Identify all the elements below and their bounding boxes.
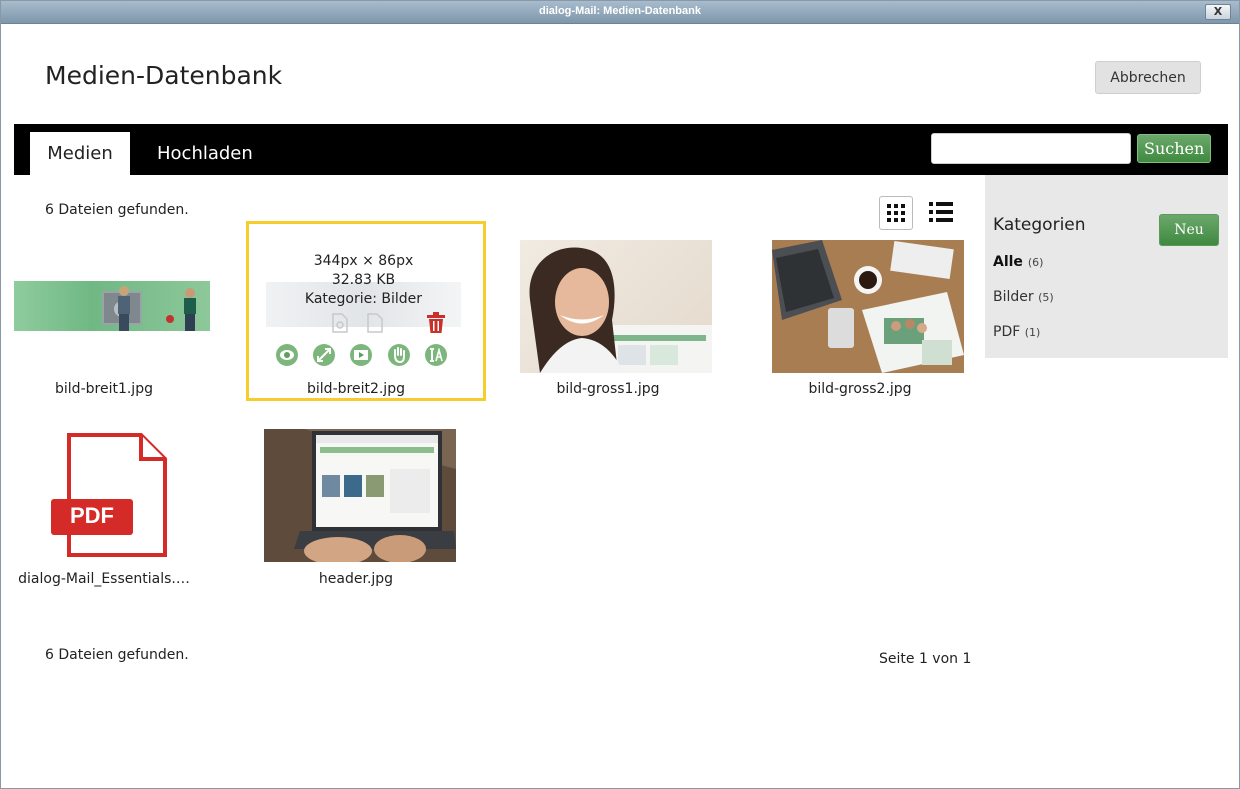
file-icon[interactable]: [367, 313, 383, 333]
categories-heading: Kategorien: [993, 215, 1086, 235]
grid-view-icon: [887, 204, 905, 222]
expand-icon[interactable]: [313, 344, 335, 366]
result-count-bottom: 6 Dateien gefunden.: [45, 647, 189, 663]
selected-media-frame[interactable]: [246, 221, 486, 401]
desk-photo: [772, 240, 964, 373]
category-count: (6): [1027, 256, 1044, 269]
page-title: Medien-Datenbank: [45, 61, 283, 90]
media-thumbnail[interactable]: [264, 429, 456, 562]
result-count-top: 6 Dateien gefunden.: [45, 202, 189, 218]
media-filename: dialog-Mail_Essentials.…: [18, 571, 190, 587]
text-style-icon[interactable]: [425, 344, 447, 366]
category-count: (1): [1024, 326, 1041, 339]
list-view-icon: [929, 202, 953, 222]
media-thumbnail[interactable]: [772, 240, 964, 373]
window-title: dialog-Mail: Medien-Datenbank: [539, 5, 701, 17]
media-filename: bild-gross1.jpg: [556, 381, 660, 397]
category-label: Bilder: [993, 289, 1034, 305]
laptop-photo: [264, 429, 456, 562]
grid-view-button[interactable]: [879, 196, 913, 230]
media-filesize: 32.83 KB: [331, 272, 396, 288]
category-sidebar: Kategorien Neu Alle (6) Bilder (5) PDF (…: [985, 175, 1228, 358]
category-count: (5): [1038, 291, 1054, 304]
replace-file-icon[interactable]: [331, 313, 349, 333]
pagination-label: Seite 1 von 1: [879, 651, 972, 667]
cancel-button[interactable]: Abbrechen: [1095, 61, 1201, 94]
delete-icon[interactable]: [426, 312, 446, 334]
category-item-all[interactable]: Alle (6): [993, 254, 1043, 270]
media-thumbnail[interactable]: [520, 240, 712, 373]
new-category-button[interactable]: Neu: [1159, 214, 1219, 246]
media-database-window: dialog-Mail: Medien-Datenbank X Medien-D…: [0, 0, 1240, 789]
media-filename: bild-breit2.jpg: [307, 381, 405, 397]
tab-upload[interactable]: Hochladen: [157, 132, 253, 175]
media-dimensions: 344px × 86px: [313, 253, 414, 269]
video-icon[interactable]: [350, 344, 372, 366]
category-item-images[interactable]: Bilder (5): [993, 289, 1054, 305]
media-filename: bild-breit1.jpg: [55, 381, 153, 397]
preview-eye-icon[interactable]: [276, 344, 298, 366]
media-category: Kategorie: Bilder: [304, 291, 423, 307]
media-thumbnail[interactable]: [14, 281, 210, 331]
category-label: Alle: [993, 254, 1023, 270]
category-label: PDF: [993, 324, 1021, 340]
media-filename: bild-gross2.jpg: [808, 381, 912, 397]
category-item-pdf[interactable]: PDF (1): [993, 324, 1040, 340]
search-button[interactable]: Suchen: [1137, 134, 1211, 163]
search-input[interactable]: [931, 133, 1131, 164]
pdf-file-icon[interactable]: PDF: [49, 433, 169, 559]
banner-image: [102, 286, 196, 331]
woman-photo: [529, 247, 712, 373]
tab-bar: Medien Hochladen Suchen: [14, 124, 1228, 175]
list-view-button[interactable]: [925, 196, 957, 228]
pdf-badge: PDF: [70, 503, 114, 528]
drag-hand-icon[interactable]: [388, 344, 410, 366]
close-button[interactable]: X: [1205, 4, 1231, 20]
tab-media[interactable]: Medien: [30, 132, 130, 175]
title-bar: dialog-Mail: Medien-Datenbank X: [1, 1, 1239, 24]
media-filename: header.jpg: [318, 571, 394, 587]
